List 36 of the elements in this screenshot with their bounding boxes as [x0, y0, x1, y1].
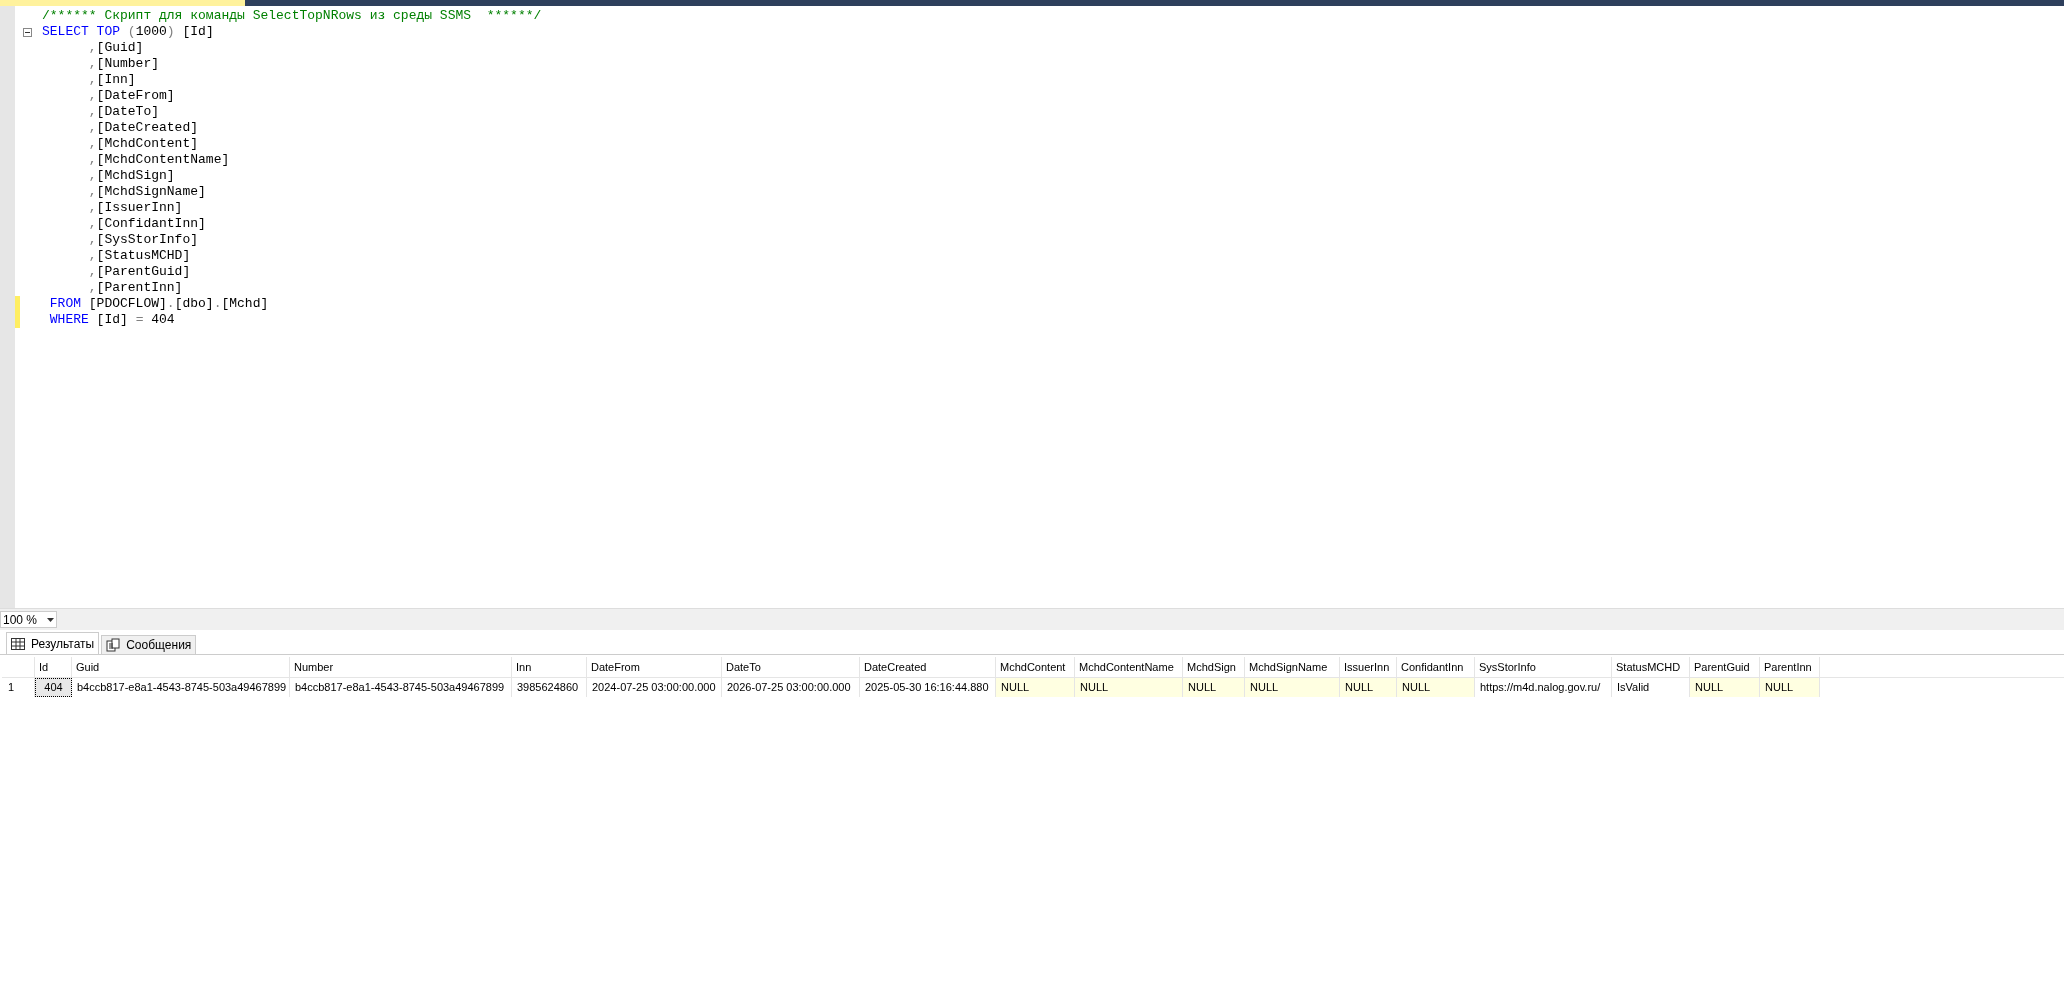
table-cell: NULL — [1075, 678, 1183, 697]
caret-icon — [47, 617, 55, 622]
code-line: ,[ConfidantInn] — [87, 216, 206, 232]
result-tab[interactable]: Сообщения — [101, 635, 197, 654]
code-line: ,[MchdContent] — [87, 136, 199, 152]
code-line: WHERE [Id] = 404 — [48, 312, 175, 328]
document-icon — [106, 638, 121, 652]
code-line: ,[DateTo] — [87, 104, 160, 120]
table-cell: NULL — [1690, 678, 1760, 697]
code-line: ,[Guid] — [87, 40, 144, 56]
table-cell: NULL — [1397, 678, 1475, 697]
table-cell: NULL — [1245, 678, 1340, 697]
grid-icon — [11, 637, 25, 650]
code-line: ,[MchdContentName] — [87, 152, 230, 168]
table-cell: NULL — [996, 678, 1075, 697]
code-line: ,[DateCreated] — [87, 120, 199, 136]
code-line: ,[DateFrom] — [87, 88, 175, 104]
code-line: ,[Inn] — [87, 72, 136, 88]
zoom-dropdown[interactable]: 100 % — [0, 611, 58, 628]
collapse-icon[interactable] — [22, 27, 32, 37]
result-tab[interactable]: Результаты — [6, 632, 100, 654]
code-line: ,[Number] — [87, 56, 160, 72]
code-line: ,[IssuerInn] — [87, 200, 183, 216]
code-line: ,[StatusMCHD] — [87, 248, 191, 264]
code-line: ,[ParentInn] — [87, 280, 183, 296]
table-cell: NULL — [1340, 678, 1397, 697]
table-cell: NULL — [1760, 678, 1820, 697]
code-line: ,[SysStorInfo] — [87, 232, 199, 248]
code-line: SELECT TOP (1000) [Id] — [41, 24, 214, 40]
code-line: FROM [PDOCFLOW].[dbo].[Mchd] — [48, 296, 269, 312]
table-cell: 404 — [35, 678, 72, 697]
code-line: ,[MchdSign] — [87, 168, 175, 184]
code-line: ,[ParentGuid] — [87, 264, 191, 280]
table-cell: NULL — [1183, 678, 1245, 697]
code-line: ,[MchdSignName] — [87, 184, 206, 200]
code-line: /****** Скрипт для команды SelectTopNRows из среды SSMS ******/ — [41, 8, 542, 24]
